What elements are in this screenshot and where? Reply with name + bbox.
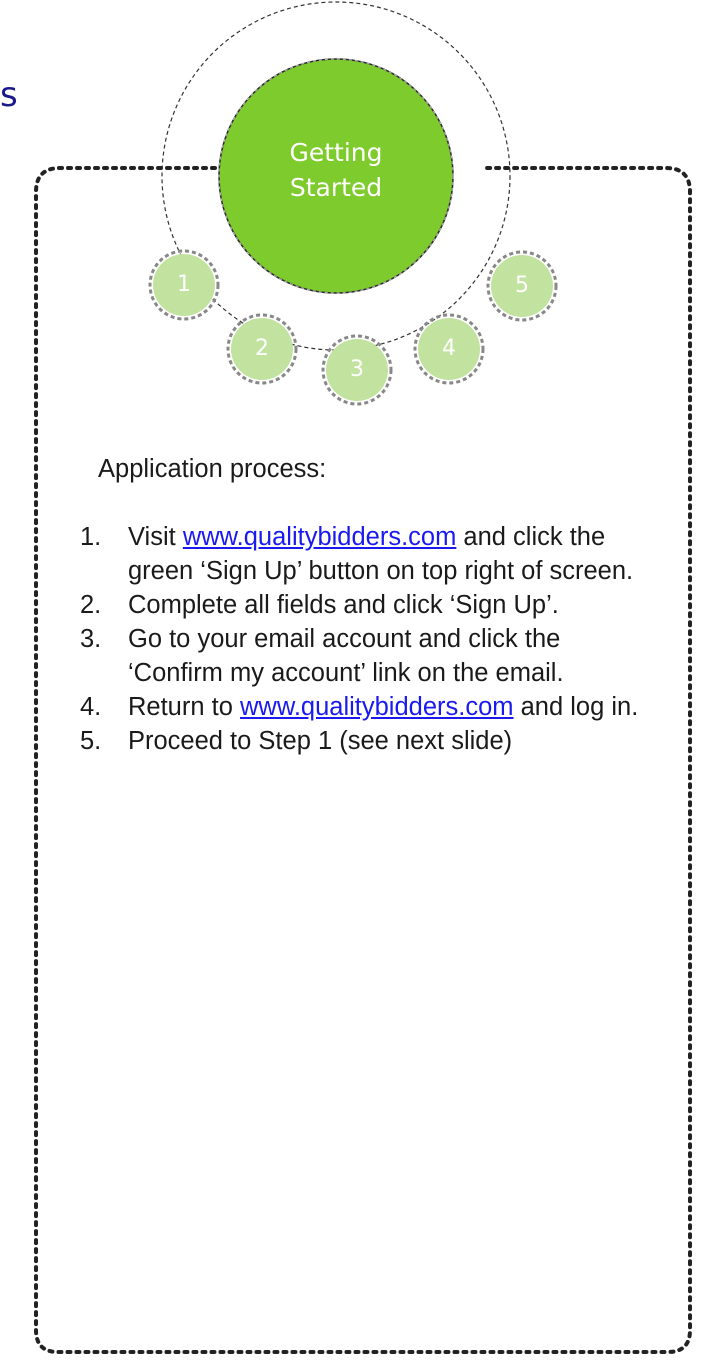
- list-item-text-pre: Visit: [128, 523, 183, 551]
- steps-list: 1. Visit www.qualitybidders.com and clic…: [80, 520, 660, 758]
- qualitybidders-link[interactable]: www.qualitybidders.com: [183, 523, 457, 551]
- application-process: Application process: 1. Visit www.qualit…: [80, 452, 660, 758]
- list-item-number: 4.: [80, 693, 102, 721]
- list-item: 3. Go to your email account and click th…: [80, 622, 660, 690]
- list-item: 1. Visit www.qualitybidders.com and clic…: [80, 520, 660, 588]
- list-item-text: Proceed to Step 1 (see next slide): [128, 727, 513, 755]
- list-item-number: 5.: [80, 727, 102, 755]
- list-item-text-pre: Return to: [128, 693, 240, 721]
- list-item: 2. Complete all fields and click ‘Sign U…: [80, 588, 660, 622]
- hub-label-line2: Started: [289, 173, 383, 202]
- list-item-number: 3.: [80, 625, 102, 653]
- list-item-number: 1.: [80, 523, 102, 551]
- step-number-5: 5: [515, 273, 529, 298]
- step-number-3: 3: [350, 357, 364, 382]
- step-number-2: 2: [255, 336, 269, 361]
- list-item: 5. Proceed to Step 1 (see next slide): [80, 724, 660, 758]
- qualitybidders-link[interactable]: www.qualitybidders.com: [240, 693, 514, 721]
- slide: s Getting Started 1 2 3 4 5 Application …: [0, 0, 702, 1362]
- list-item: 4. Return to www.qualitybidders.com and …: [80, 690, 660, 724]
- step-number-1: 1: [177, 272, 191, 297]
- content-heading: Application process:: [98, 455, 327, 483]
- step-number-4: 4: [442, 336, 456, 361]
- list-item-text: Go to your email account and click the ‘…: [128, 625, 564, 687]
- hub-label-line1: Getting: [289, 138, 383, 167]
- list-item-number: 2.: [80, 591, 102, 619]
- list-item-text: Complete all fields and click ‘Sign Up’.: [128, 591, 559, 619]
- hub-label: Getting Started: [260, 135, 412, 205]
- list-item-text-post: and log in.: [513, 693, 639, 721]
